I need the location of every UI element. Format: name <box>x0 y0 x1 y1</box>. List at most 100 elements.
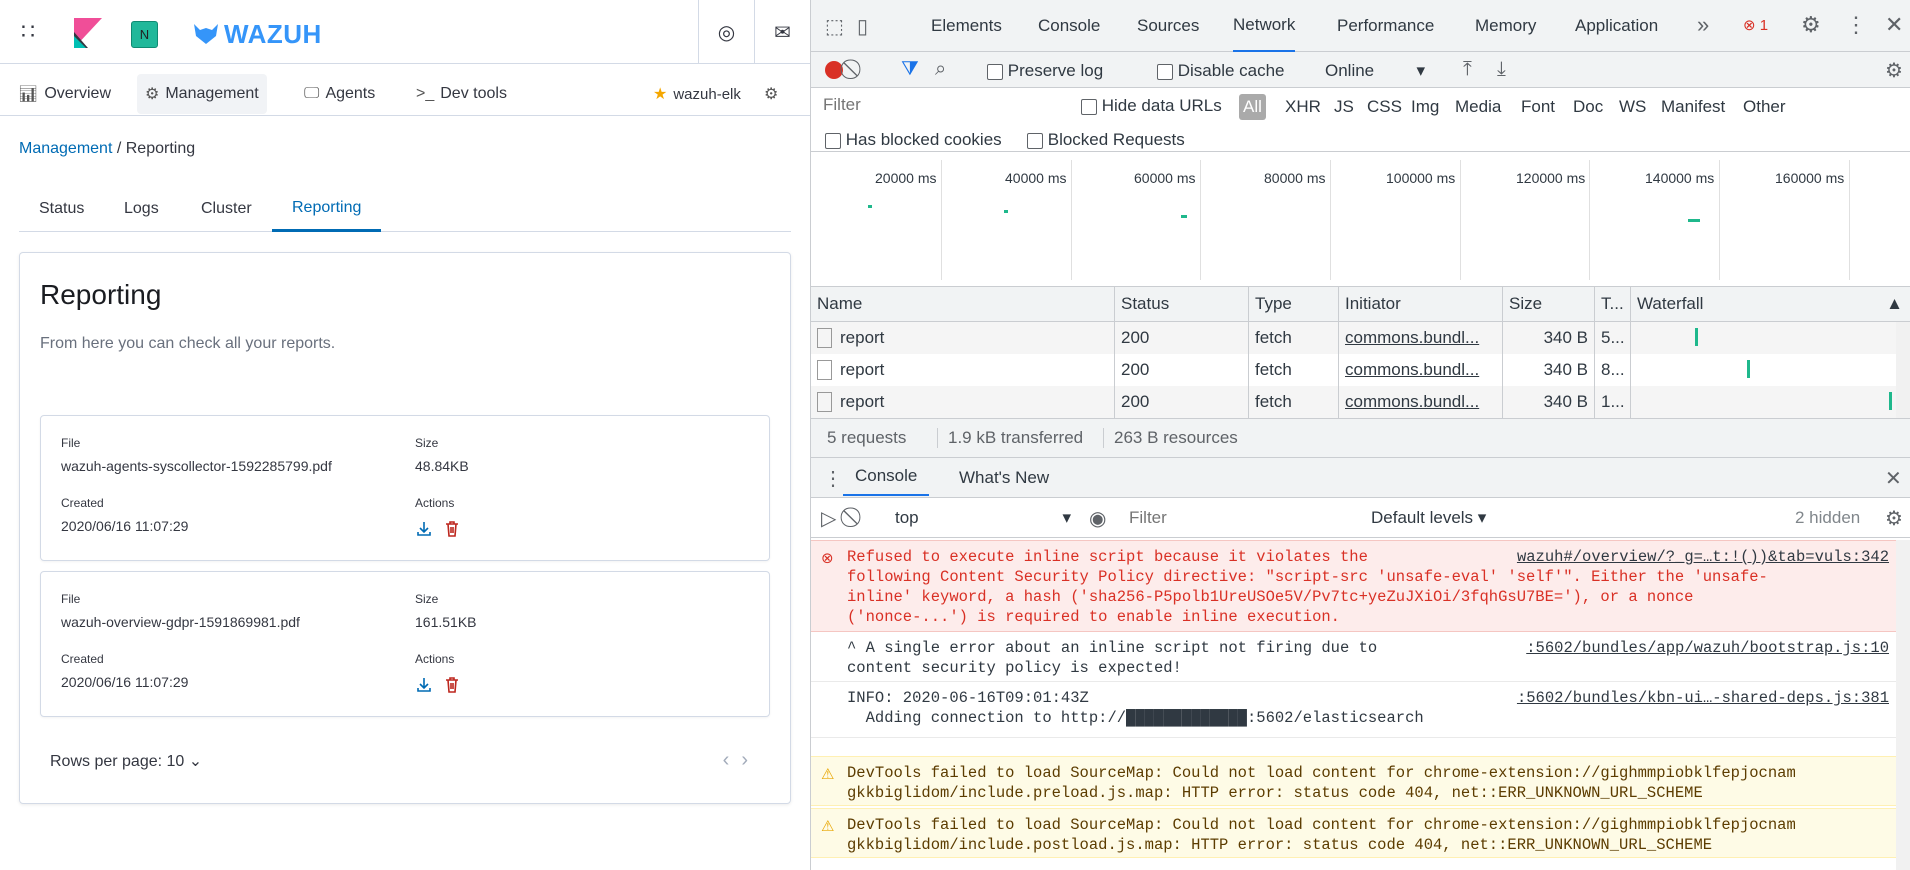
col-name[interactable]: Name <box>811 287 1115 321</box>
request-initiator[interactable]: commons.bundl... <box>1339 322 1503 354</box>
table-scrollbar[interactable] <box>1896 322 1910 418</box>
log-levels-select[interactable]: Default levels ▾ <box>1371 508 1486 528</box>
kebab-menu-icon[interactable]: ⋮ <box>823 466 843 491</box>
type-font[interactable]: Font <box>1521 97 1555 117</box>
console-filter-input[interactable] <box>1125 504 1351 532</box>
type-ws[interactable]: WS <box>1619 97 1646 117</box>
breadcrumb-management[interactable]: Management <box>19 140 112 157</box>
request-initiator[interactable]: commons.bundl... <box>1339 386 1503 418</box>
nav-cluster[interactable]: ★ wazuh-elk <box>645 74 749 114</box>
tab-sources[interactable]: Sources <box>1137 0 1199 52</box>
sidebar-toggle-icon[interactable]: ▷ <box>821 506 836 531</box>
close-icon[interactable]: ✕ <box>1885 12 1903 38</box>
type-all[interactable]: All <box>1239 94 1266 120</box>
close-icon[interactable]: ✕ <box>1885 466 1902 491</box>
table-row[interactable]: report 200 fetch commons.bundl... 340 B … <box>811 354 1901 386</box>
upload-icon[interactable]: ⤒ <box>1463 58 1472 81</box>
type-js[interactable]: JS <box>1334 97 1354 117</box>
request-initiator[interactable]: commons.bundl... <box>1339 354 1503 386</box>
context-value: top <box>895 508 919 527</box>
preserve-log-checkbox[interactable]: Preserve log <box>987 61 1103 81</box>
inspect-icon[interactable]: ⬚ <box>825 14 844 39</box>
management-tabs: Status Logs Cluster Reporting <box>19 186 791 232</box>
nav-devtools[interactable]: >_ Dev tools <box>408 74 515 114</box>
error-badge[interactable]: ⊗ 1 <box>1743 16 1768 34</box>
rows-per-page[interactable]: Rows per page: 10 ⌄ <box>50 751 202 771</box>
tab-console[interactable]: Console <box>1038 0 1100 52</box>
settings-button[interactable]: ⚙ <box>756 74 792 114</box>
message-source-link[interactable]: wazuh#/overview/?_g=…t:!())&tab=vuls:342 <box>1510 547 1889 567</box>
blocked-requests-checkbox[interactable]: Blocked Requests <box>1027 130 1185 150</box>
tab-reporting[interactable]: Reporting <box>272 186 382 232</box>
type-img[interactable]: Img <box>1411 97 1439 117</box>
help-button[interactable]: ◎ <box>698 0 754 64</box>
trash-icon[interactable] <box>443 676 461 694</box>
chevron-right-icon[interactable]: › <box>741 749 760 771</box>
nav-agents[interactable]: 🖵︎ Agents <box>296 74 383 114</box>
app-menu-icon[interactable]: ∷ <box>0 0 56 64</box>
gear-icon[interactable]: ⚙ <box>1885 506 1903 531</box>
gear-icon: ⚙ <box>764 86 779 103</box>
filter-icon[interactable]: ⧩ <box>901 58 919 81</box>
device-toolbar-icon[interactable]: ▯ <box>857 14 868 39</box>
download-icon[interactable]: ⤓ <box>1497 58 1506 81</box>
col-time[interactable]: T... <box>1595 287 1631 321</box>
hide-data-urls-checkbox[interactable]: Hide data URLs <box>1081 96 1222 116</box>
drawer-tabbar: ⋮ Console What's New ✕ <box>811 458 1910 498</box>
gear-icon[interactable]: ⚙ <box>1801 12 1821 38</box>
request-status: 200 <box>1115 354 1249 386</box>
hide-data-urls-label: Hide data URLs <box>1101 96 1222 115</box>
message-source-link[interactable]: :5602/bundles/kbn-ui…-shared-deps.js:381 <box>1510 688 1889 708</box>
chevron-left-icon[interactable]: ‹ <box>723 749 742 771</box>
kebab-menu-icon[interactable]: ⋮ <box>1845 12 1867 38</box>
nav-overview-label: Overview <box>44 85 111 102</box>
col-initiator[interactable]: Initiator <box>1339 287 1503 321</box>
throttle-select[interactable]: Online ▾ <box>1325 61 1425 81</box>
tab-elements[interactable]: Elements <box>931 0 1002 52</box>
gear-icon[interactable]: ⚙ <box>1885 58 1903 83</box>
kibana-logo[interactable] <box>74 18 102 48</box>
record-icon[interactable] <box>825 61 843 79</box>
type-xhr[interactable]: XHR <box>1285 97 1321 117</box>
search-icon[interactable]: ⌕ <box>935 58 946 81</box>
type-doc[interactable]: Doc <box>1573 97 1603 117</box>
tab-application[interactable]: Application <box>1575 0 1658 52</box>
tab-status[interactable]: Status <box>19 186 104 232</box>
type-css[interactable]: CSS <box>1367 97 1402 117</box>
nav-overview[interactable]: 📊︎ Overview <box>10 74 119 114</box>
context-select[interactable]: top ▾ <box>895 508 1085 528</box>
type-media[interactable]: Media <box>1455 97 1501 117</box>
console-info-message: ^ A single error about an inline script … <box>811 632 1901 682</box>
type-other[interactable]: Other <box>1743 97 1786 117</box>
drawer-tab-whats-new[interactable]: What's New <box>959 468 1049 488</box>
download-icon[interactable] <box>415 676 433 694</box>
col-waterfall[interactable]: Waterfall ▲ <box>1631 287 1910 321</box>
tab-performance[interactable]: Performance <box>1337 0 1434 52</box>
eye-icon[interactable]: ◉ <box>1089 506 1106 531</box>
timeline-tick: 80000 ms <box>1264 170 1326 186</box>
table-row[interactable]: report 200 fetch commons.bundl... 340 B … <box>811 322 1901 354</box>
has-blocked-cookies-checkbox[interactable]: Has blocked cookies <box>825 130 1002 150</box>
more-tabs-icon[interactable]: » <box>1697 12 1709 38</box>
col-status[interactable]: Status <box>1115 287 1249 321</box>
tab-memory[interactable]: Memory <box>1475 0 1536 52</box>
tab-network[interactable]: Network <box>1233 0 1296 52</box>
message-source-link[interactable]: :5602/bundles/app/wazuh/bootstrap.js:10 <box>1520 638 1889 658</box>
request-name: report <box>840 392 885 411</box>
trash-icon[interactable] <box>443 520 461 538</box>
col-size[interactable]: Size <box>1503 287 1595 321</box>
drawer-tab-console[interactable]: Console <box>843 458 930 496</box>
nav-management[interactable]: ⚙ Management <box>137 74 267 114</box>
type-manifest[interactable]: Manifest <box>1661 97 1725 117</box>
filter-input[interactable] <box>817 92 1057 118</box>
col-type[interactable]: Type <box>1249 287 1339 321</box>
tab-cluster[interactable]: Cluster <box>181 186 272 232</box>
download-icon[interactable] <box>415 520 433 538</box>
console-scrollbar[interactable] <box>1896 540 1910 870</box>
space-avatar[interactable]: N <box>131 21 158 48</box>
newsfeed-button[interactable]: ✉ <box>754 0 810 64</box>
table-row[interactable]: report 200 fetch commons.bundl... 340 B … <box>811 386 1901 418</box>
tab-logs[interactable]: Logs <box>104 186 179 232</box>
wazuh-logo[interactable]: WAZUH <box>192 19 322 49</box>
disable-cache-checkbox[interactable]: Disable cache <box>1157 61 1285 81</box>
